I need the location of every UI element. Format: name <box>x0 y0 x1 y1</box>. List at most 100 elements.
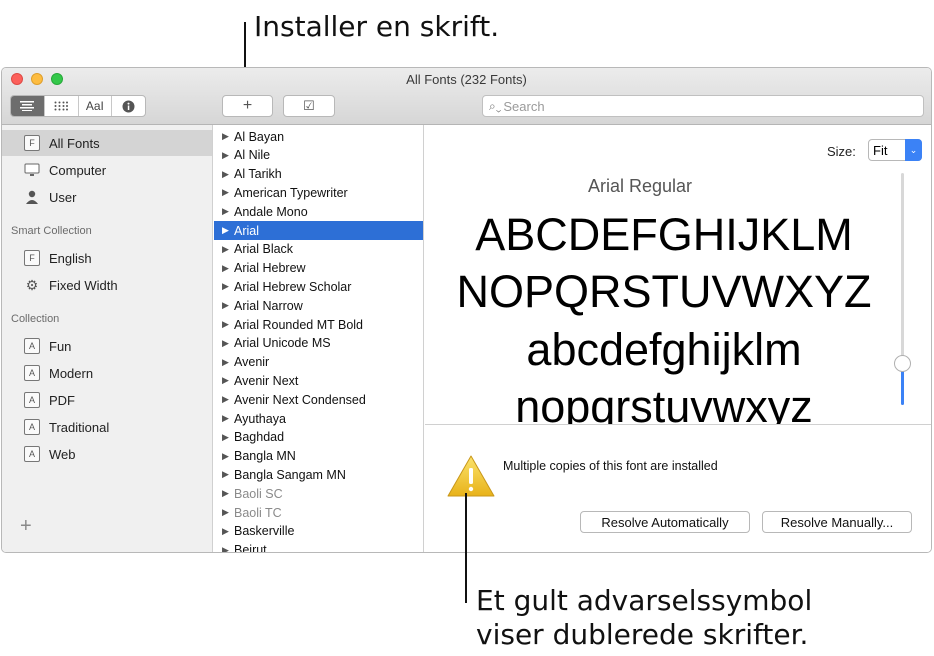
disclosure-triangle-icon[interactable]: ▶ <box>222 451 234 462</box>
size-label: Size: <box>827 144 856 159</box>
font-list-item[interactable]: ▶ Baoli SC <box>214 484 423 503</box>
disclosure-triangle-icon[interactable]: ▶ <box>222 225 234 236</box>
font-list-item[interactable]: ▶ Avenir Next Condensed <box>214 390 423 409</box>
font-list-item[interactable]: ▶ Arial Black <box>214 240 423 259</box>
disclosure-triangle-icon[interactable]: ▶ <box>222 263 234 274</box>
sidebar-item-english[interactable]: F English <box>2 245 212 271</box>
font-family-name: Beirut <box>234 543 267 553</box>
font-list-item[interactable]: ▶ Arial Hebrew <box>214 259 423 278</box>
search-icon: ⌕⌄ <box>489 98 502 113</box>
font-list-item[interactable]: ▶ Avenir Next <box>214 371 423 390</box>
font-family-name: Ayuthaya <box>234 411 286 426</box>
font-family-name: Avenir <box>234 355 270 370</box>
disclosure-triangle-icon[interactable]: ▶ <box>222 488 234 499</box>
info-button[interactable] <box>112 96 145 116</box>
collection-icon: A <box>24 365 40 381</box>
disclosure-triangle-icon[interactable]: ▶ <box>222 187 234 198</box>
font-list: ▶ Al Bayan ▶ Al Nile ▶ Al Tarikh ▶ American Typ… <box>214 125 424 553</box>
font-list-item[interactable]: ▶ Beirut <box>214 541 423 553</box>
disclosure-triangle-icon[interactable]: ▶ <box>222 413 234 424</box>
font-list-item[interactable]: ▶ Andale Mono <box>214 202 423 221</box>
add-collection-button[interactable]: + <box>20 515 32 538</box>
disclosure-triangle-icon[interactable]: ▶ <box>222 206 234 217</box>
warning-callout-line <box>465 493 467 603</box>
list-view-icon <box>20 101 35 111</box>
font-list-item[interactable]: ▶ Al Tarikh <box>214 165 423 184</box>
disclosure-triangle-icon[interactable]: ▶ <box>222 131 234 142</box>
size-value: Fit <box>873 142 888 158</box>
font-family-name: Baoli TC <box>234 505 282 520</box>
sidebar-item-all-fonts[interactable]: F All Fonts <box>2 130 212 156</box>
font-list-item[interactable]: ▶ Al Nile <box>214 146 423 165</box>
sidebar-item-label: English <box>49 250 92 266</box>
font-family-name: Arial <box>234 223 260 238</box>
chevron-down-icon: ⌄ <box>905 139 922 161</box>
disclosure-triangle-icon[interactable]: ▶ <box>222 150 234 161</box>
sidebar-item-fixed-width[interactable]: ⚙ Fixed Width <box>2 272 212 298</box>
disclosure-triangle-icon[interactable]: ▶ <box>222 338 234 349</box>
sidebar: F All Fonts Computer User Smart Collecti… <box>2 125 213 552</box>
disclosure-triangle-icon[interactable]: ▶ <box>222 319 234 330</box>
font-list-item[interactable]: ▶ Baoli TC <box>214 503 423 522</box>
sidebar-item-traditional[interactable]: A Traditional <box>2 414 212 440</box>
sidebar-item-label: Computer <box>49 162 107 178</box>
font-list-item[interactable]: ▶ Al Bayan <box>214 127 423 146</box>
font-family-name: Baoli SC <box>234 486 283 501</box>
font-list-item[interactable]: ▶ Ayuthaya <box>214 409 423 428</box>
validate-font-button[interactable]: ☑ <box>283 95 335 117</box>
checkbox-icon: ☑ <box>303 98 315 113</box>
font-list-item[interactable]: ▶ Bangla MN <box>214 447 423 466</box>
disclosure-triangle-icon[interactable]: ▶ <box>222 545 234 552</box>
font-family-name: Bangla Sangam MN <box>234 467 346 482</box>
font-family-name: Baskerville <box>234 524 295 539</box>
size-select[interactable]: Fit ⌄ <box>868 139 922 161</box>
font-list-item[interactable]: ▶ Avenir <box>214 353 423 372</box>
sidebar-item-user[interactable]: User <box>2 184 212 210</box>
font-family-name: Al Tarikh <box>234 167 282 182</box>
disclosure-triangle-icon[interactable]: ▶ <box>222 300 234 311</box>
font-collection-icon: F <box>24 135 40 151</box>
computer-icon <box>24 162 40 178</box>
font-list-item[interactable]: ▶ Baskerville <box>214 522 423 541</box>
disclosure-triangle-icon[interactable]: ▶ <box>222 244 234 255</box>
disclosure-triangle-icon[interactable]: ▶ <box>222 507 234 518</box>
size-slider-knob[interactable] <box>894 355 911 372</box>
font-list-item[interactable]: ▶ Bangla Sangam MN <box>214 465 423 484</box>
sidebar-item-label: Web <box>49 446 76 462</box>
font-family-name: Andale Mono <box>234 204 308 219</box>
disclosure-triangle-icon[interactable]: ▶ <box>222 375 234 386</box>
grid-view-button[interactable] <box>45 96 79 116</box>
disclosure-triangle-icon[interactable]: ▶ <box>222 469 234 480</box>
disclosure-triangle-icon[interactable]: ▶ <box>222 169 234 180</box>
search-field[interactable]: ⌕⌄ Search <box>482 95 924 117</box>
sidebar-item-web[interactable]: A Web <box>2 441 212 467</box>
font-list-item[interactable]: ▶ Arial Hebrew Scholar <box>214 277 423 296</box>
font-list-item[interactable]: ▶ Arial Rounded MT Bold <box>214 315 423 334</box>
font-list-item[interactable]: ▶ Arial Narrow <box>214 296 423 315</box>
add-font-button[interactable]: + <box>222 95 273 117</box>
sidebar-item-pdf[interactable]: A PDF <box>2 387 212 413</box>
disclosure-triangle-icon[interactable]: ▶ <box>222 526 234 537</box>
disclosure-triangle-icon[interactable]: ▶ <box>222 281 234 292</box>
resolve-automatically-button[interactable]: Resolve Automatically <box>580 511 750 533</box>
font-list-item[interactable]: ▶ Arial <box>214 221 423 240</box>
disclosure-triangle-icon[interactable]: ▶ <box>222 432 234 443</box>
font-list-item[interactable]: ▶ American Typewriter <box>214 183 423 202</box>
sidebar-item-modern[interactable]: A Modern <box>2 360 212 386</box>
font-list-item[interactable]: ▶ Baghdad <box>214 428 423 447</box>
disclosure-triangle-icon[interactable]: ▶ <box>222 357 234 368</box>
sample-view-button[interactable]: AaI <box>79 96 113 116</box>
list-view-button[interactable] <box>11 96 45 116</box>
font-family-name: Arial Narrow <box>234 298 303 313</box>
font-collection-icon: F <box>24 250 40 266</box>
collection-icon: A <box>24 419 40 435</box>
font-list-item[interactable]: ▶ Arial Unicode MS <box>214 334 423 353</box>
disclosure-triangle-icon[interactable]: ▶ <box>222 394 234 405</box>
resolve-manually-button[interactable]: Resolve Manually... <box>762 511 912 533</box>
sidebar-item-fun[interactable]: A Fun <box>2 333 212 359</box>
font-family-name: American Typewriter <box>234 185 348 200</box>
sidebar-item-computer[interactable]: Computer <box>2 157 212 183</box>
grid-view-icon <box>54 101 69 111</box>
font-family-name: Al Bayan <box>234 129 285 144</box>
gear-icon: ⚙ <box>25 276 39 293</box>
